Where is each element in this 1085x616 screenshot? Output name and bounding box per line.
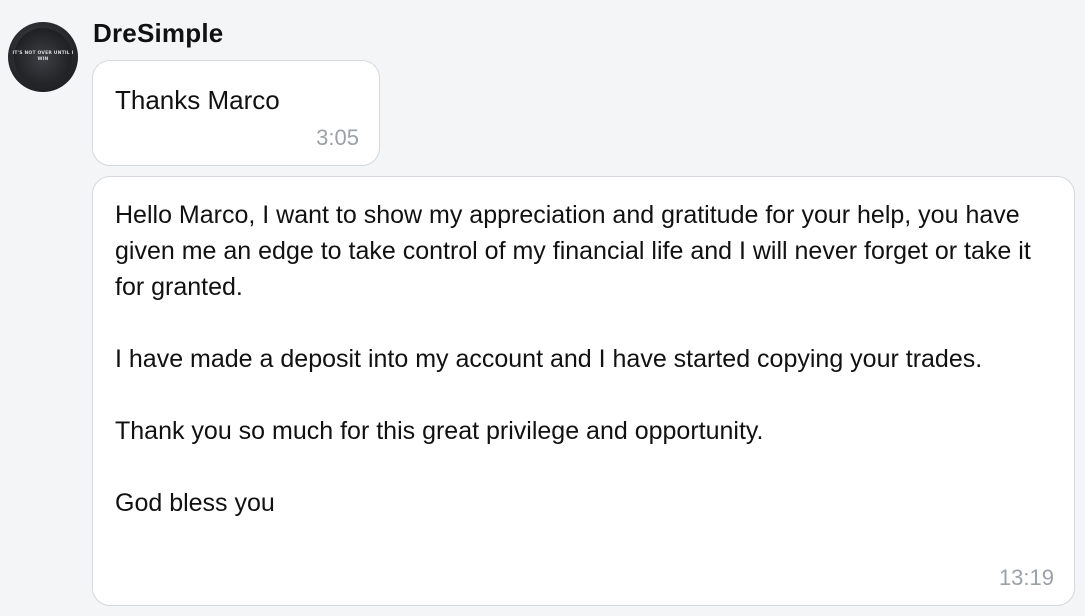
message-bubble[interactable]: Hello Marco, I want to show my appreciat… [92, 176, 1075, 606]
avatar-text: IT'S NOT OVER UNTIL I WIN [12, 51, 74, 62]
message-bubble[interactable]: Thanks Marco 3:05 [92, 60, 380, 166]
sender-name[interactable]: DreSimple [93, 18, 223, 49]
message-timestamp: 3:05 [316, 125, 359, 150]
message-paragraph: Hello Marco, I want to show my appreciat… [115, 201, 1031, 301]
message-paragraph: Thank you so much for this great privile… [115, 417, 764, 445]
avatar[interactable]: IT'S NOT OVER UNTIL I WIN [8, 22, 78, 92]
message-text: Thanks Marco [115, 85, 280, 115]
message-paragraph: God bless you [115, 489, 275, 517]
message-timestamp: 13:19 [998, 565, 1054, 590]
message-text: Hello Marco, I want to show my appreciat… [115, 197, 1045, 521]
message-paragraph: I have made a deposit into my account an… [115, 345, 983, 373]
chat-view: IT'S NOT OVER UNTIL I WIN DreSimple Than… [0, 0, 1085, 616]
